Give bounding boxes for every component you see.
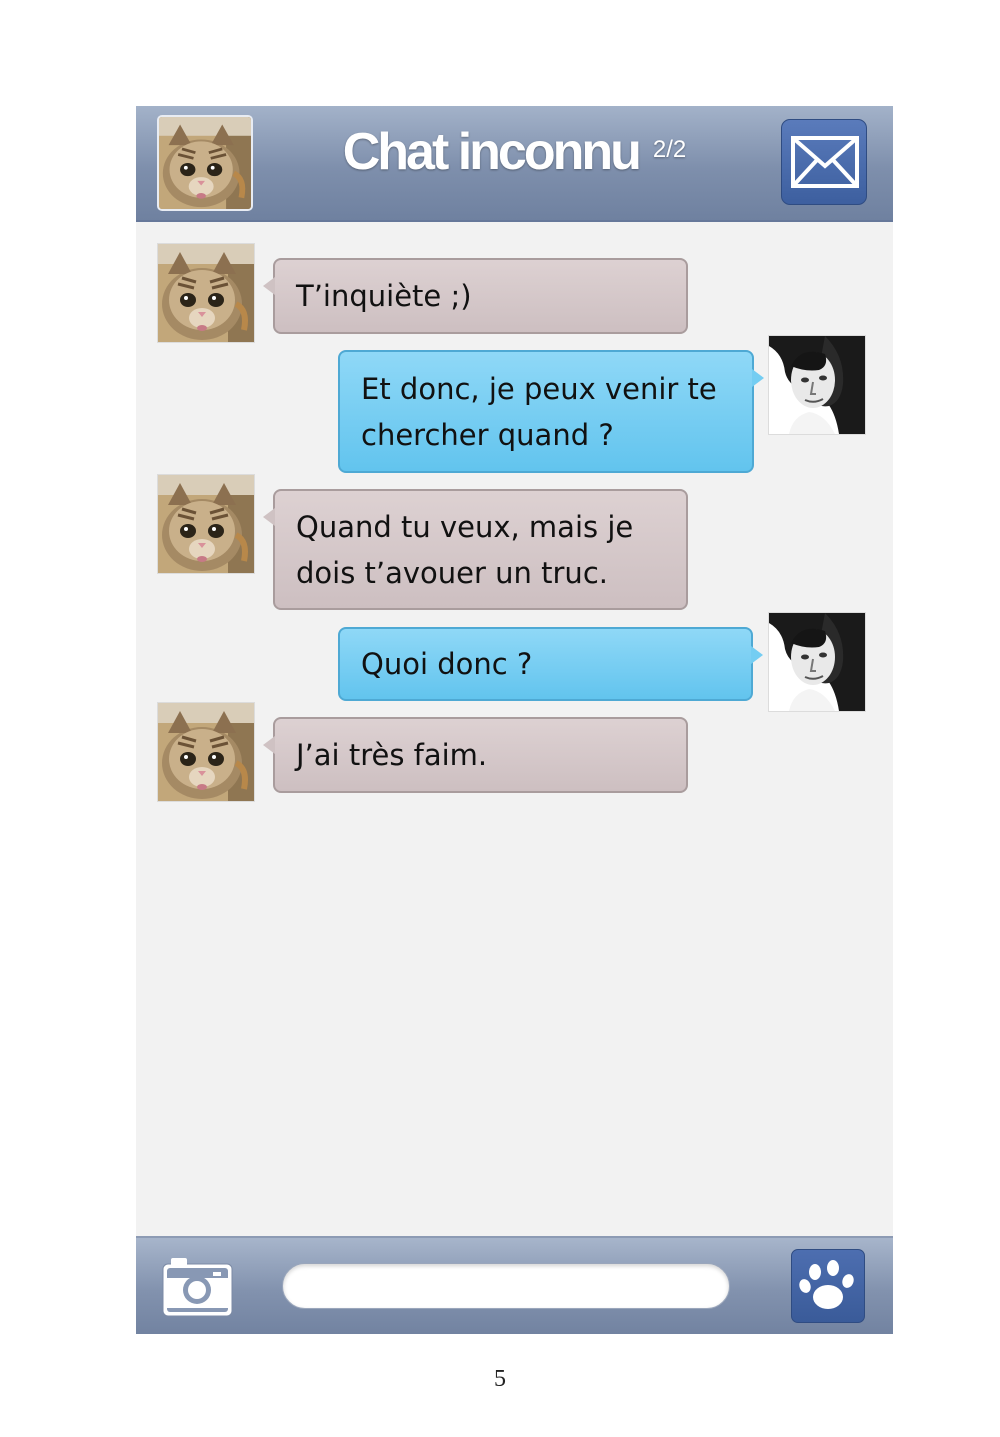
camera-button[interactable] [161,1254,234,1318]
compose-bar [136,1236,893,1334]
page-title: Chat inconnu [342,123,642,181]
header-bar: Chat inconnu 2/2 [136,106,893,222]
paw-icon [799,1260,854,1309]
man-avatar-icon [769,336,865,434]
message-text: Quoi donc ? [361,647,533,681]
message-bubble-incoming: Quand tu veux, mais je dois t’avouer un … [263,489,688,610]
message-bubble-outgoing: Et donc, je peux venir te chercher quand… [338,350,764,473]
chat-screen: Chat inconnu 2/2 T’inquiète ;) Et donc, j… [136,106,893,1334]
kitten-avatar-icon [158,475,254,573]
kitten-avatar-icon [158,703,254,801]
title-block: Chat inconnu 2/2 [136,122,893,182]
page-number: 5 [494,1366,506,1392]
message-input[interactable] [282,1263,730,1309]
message-bubble-outgoing: Quoi donc ? [338,627,763,701]
mail-button[interactable] [781,119,867,205]
message-text: Quand tu veux, mais je dois t’avouer un … [296,509,634,590]
kitten-avatar-icon [158,244,254,342]
message-bubble-incoming: J’ai très faim. [263,717,688,793]
message-text: T’inquiète ;) [296,279,472,313]
message-text: J’ai très faim. [296,738,488,772]
message-text: Et donc, je peux venir te chercher quand… [361,371,717,452]
paw-button[interactable] [791,1249,865,1323]
message-bubble-incoming: T’inquiète ;) [263,258,688,334]
man-avatar-icon [769,613,865,711]
envelope-icon [791,136,859,188]
page-indicator: 2/2 [652,136,687,163]
camera-icon [162,1258,233,1317]
